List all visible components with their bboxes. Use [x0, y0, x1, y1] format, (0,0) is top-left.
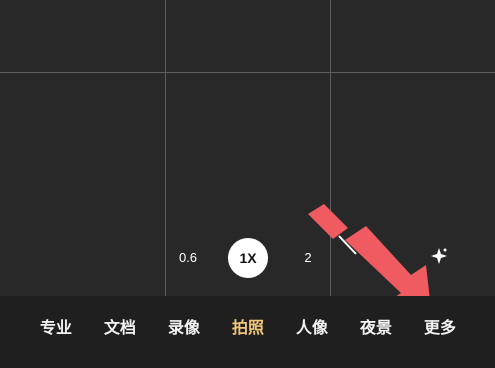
zoom-2-button[interactable]: 2: [288, 238, 328, 278]
mode-more[interactable]: 更多: [416, 314, 464, 342]
camera-mode-bar: 专业 文档 录像 拍照 人像 夜景 更多: [0, 296, 495, 368]
mode-portrait[interactable]: 人像: [288, 314, 336, 342]
grid-line-horizontal: [0, 72, 495, 73]
mode-video[interactable]: 录像: [160, 314, 208, 342]
zoom-0-6-button[interactable]: 0.6: [168, 238, 208, 278]
mode-night[interactable]: 夜景: [352, 314, 400, 342]
grid-line-vertical-right: [330, 0, 331, 296]
mode-document[interactable]: 文档: [96, 314, 144, 342]
sparkle-icon[interactable]: [430, 247, 448, 265]
zoom-1x-button[interactable]: 1X: [228, 238, 268, 278]
grid-line-vertical-left: [165, 0, 166, 296]
mode-pro[interactable]: 专业: [32, 314, 80, 342]
camera-viewfinder[interactable]: 0.6 1X 2: [0, 0, 495, 309]
mode-photo[interactable]: 拍照: [224, 314, 272, 342]
